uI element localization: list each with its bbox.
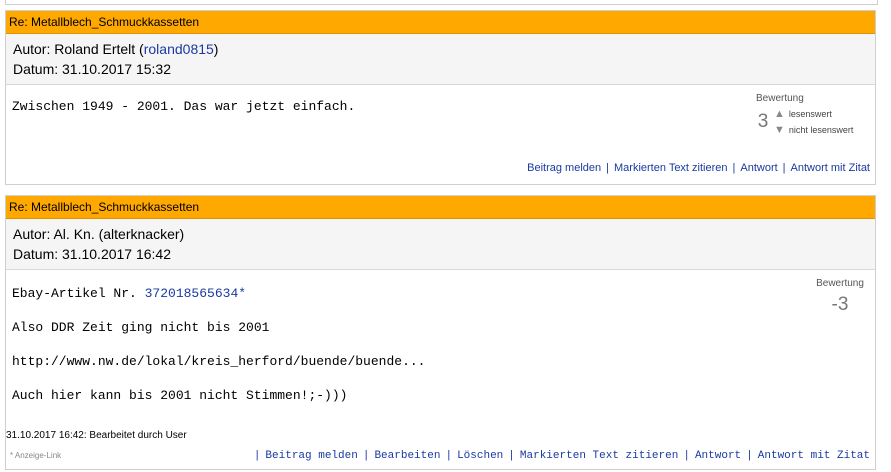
separator: | (253, 450, 261, 462)
post-text-line: Auch hier kann bis 2001 nicht Stimmen!;-… (12, 388, 348, 403)
reply-with-quote-link[interactable]: Antwort mit Zitat (791, 162, 870, 174)
ad-link-note: * Anzeige-Link (10, 451, 62, 460)
separator: | (746, 450, 753, 462)
external-url-link[interactable]: http://www.nw.de/lokal/kreis_herford/bue… (12, 354, 425, 369)
quote-selected-link[interactable]: Markierten Text zitieren (614, 162, 728, 174)
forum-post: Re: Metallblech_Schmuckkassetten Autor: … (5, 10, 876, 185)
quote-selected-link[interactable]: Markierten Text zitieren (520, 450, 678, 462)
edit-note: 31.10.2017 16:42: Bearbeitet durch User (6, 430, 187, 441)
ebay-article-link[interactable]: 372018565634* (145, 286, 246, 301)
post-actions: | Beitrag melden | Bearbeiten | Löschen | Marki… (249, 449, 875, 463)
report-post-link[interactable]: Beitrag melden (265, 450, 357, 462)
post-date: Datum: 31.10.2017 16:42 (13, 246, 172, 262)
post-date: Datum: 31.10.2017 15:32 (13, 61, 172, 77)
author-label: Autor: Roland Ertelt ( (13, 41, 144, 57)
triangle-up-icon: ▲ (774, 108, 785, 120)
author-username-link[interactable]: roland0815 (144, 41, 214, 57)
reply-with-quote-link[interactable]: Antwort mit Zitat (758, 450, 870, 462)
rating-score: 3 (757, 111, 769, 132)
reply-link[interactable]: Antwort (740, 162, 777, 174)
post-actions: Beitrag melden | Markierten Text zitieren |… (6, 161, 875, 183)
separator: | (732, 162, 736, 174)
vote-up-button[interactable]: ▲ lesenswert (774, 108, 853, 120)
post-body: Zwischen 1949 - 2001. Das war jetzt einf… (6, 85, 875, 161)
delete-post-link[interactable]: Löschen (457, 450, 503, 462)
rating-box: Bewertung 3 ▲ lesenswert ▼ nicht lesensw… (756, 93, 866, 136)
post-meta: Autor: Roland Ertelt (roland0815) Datum:… (6, 34, 875, 85)
rating-box: Bewertung -3 (810, 278, 870, 316)
report-post-link[interactable]: Beitrag melden (527, 162, 601, 174)
post-title: Re: Metallblech_Schmuckkassetten (6, 11, 875, 34)
reply-link[interactable]: Antwort (695, 450, 741, 462)
separator: | (508, 450, 515, 462)
edit-post-link[interactable]: Bearbeiten (374, 450, 440, 462)
post-text-line: Ebay-Artikel Nr. 372018565634* (12, 286, 246, 301)
post-text-line: Also DDR Zeit ging nicht bis 2001 (12, 320, 270, 335)
separator: | (445, 450, 453, 462)
author-line: Autor: Al. Kn. (alterknacker) (13, 224, 868, 244)
ebay-label: Ebay-Artikel Nr. (12, 286, 145, 301)
vote-down-label: nicht lesenswert (788, 125, 854, 135)
author-suffix: ) (179, 226, 185, 242)
author-label: Autor: Al. Kn. ( (13, 226, 104, 242)
separator: | (362, 450, 370, 462)
separator: | (683, 450, 690, 462)
triangle-down-icon: ▼ (774, 124, 785, 136)
separator: | (606, 162, 609, 174)
author-suffix: ) (213, 41, 219, 57)
vote-down-button[interactable]: ▼ nicht lesenswert (774, 124, 853, 136)
forum-post: Re: Metallblech_Schmuckkassetten Autor: … (5, 195, 876, 470)
post-title: Re: Metallblech_Schmuckkassetten (6, 196, 875, 219)
author-username-link[interactable]: alterknacker (103, 226, 179, 242)
separator: | (782, 162, 786, 174)
rating-label: Bewertung (816, 278, 864, 289)
rating-label: Bewertung (756, 93, 804, 104)
vote-up-label: lesenswert (788, 109, 832, 119)
post-text: Zwischen 1949 - 2001. Das war jetzt einf… (12, 99, 356, 114)
post-body: Ebay-Artikel Nr. 372018565634* Also DDR … (6, 270, 875, 470)
previous-post-bottom (5, 0, 878, 5)
author-line: Autor: Roland Ertelt (roland0815) (13, 39, 868, 59)
rating-score: -3 (831, 294, 849, 315)
post-meta: Autor: Al. Kn. (alterknacker) Datum: 31.… (6, 219, 875, 270)
